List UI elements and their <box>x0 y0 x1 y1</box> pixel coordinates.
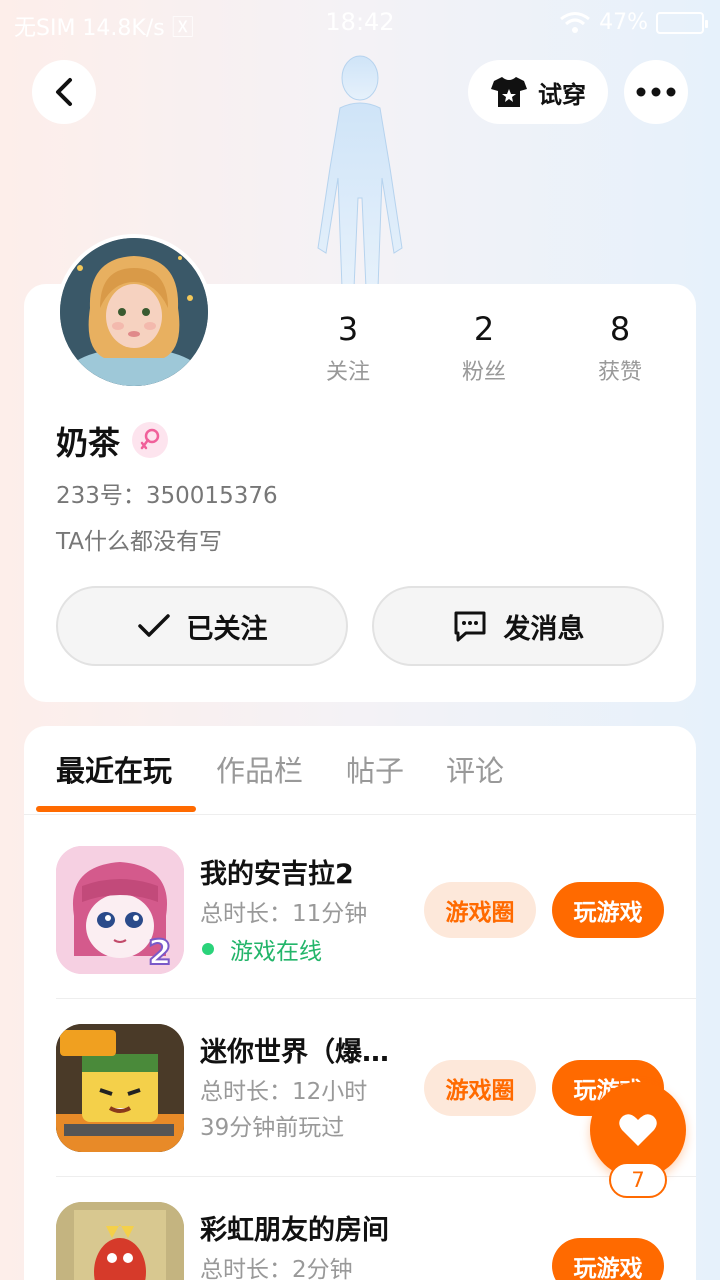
stat-label: 获赞 <box>597 360 642 385</box>
bio: TA什么都没有写 <box>56 529 222 555</box>
stat-label: 粉丝 <box>461 360 506 385</box>
wifi-icon <box>560 11 591 33</box>
game-duration: 总时长：2分钟 <box>200 1257 353 1280</box>
heart-icon <box>619 1114 657 1146</box>
tab-posts[interactable]: 帖子 <box>346 748 404 790</box>
online-label: 游戏在线 <box>230 939 322 965</box>
status-bar: 无SIM 14.8K/s 🅇 18:42 47% <box>0 0 720 48</box>
stat-followers[interactable]: 2 粉丝 <box>424 310 544 386</box>
last-played: 39分钟前玩过 <box>200 1115 345 1141</box>
tab-recent-play[interactable]: 最近在玩 <box>56 748 172 790</box>
stat-likes[interactable]: 8 获赞 <box>560 310 680 386</box>
game-title[interactable]: 迷你世界（爆… <box>200 1030 389 1069</box>
divider <box>24 814 696 815</box>
game-circle-button[interactable]: 游戏圈 <box>424 1060 536 1116</box>
game-title[interactable]: 我的安吉拉2 <box>200 852 354 891</box>
check-icon <box>137 614 170 637</box>
game-duration: 总时长：12小时 <box>200 1079 368 1105</box>
divider <box>56 998 696 999</box>
play-game-button[interactable]: 玩游戏 <box>552 882 664 938</box>
tab-comments[interactable]: 评论 <box>446 748 504 790</box>
svg-text:2: 2 <box>148 933 172 973</box>
game-duration: 总时长：11分钟 <box>200 901 368 927</box>
avatar-image <box>60 238 208 386</box>
stat-value: 3 <box>337 310 359 348</box>
avatar[interactable] <box>56 234 212 390</box>
message-label: 发消息 <box>503 613 585 645</box>
more-dots-icon <box>636 87 676 97</box>
online-dot-icon <box>202 943 214 955</box>
game-icon-rainbow-friends[interactable] <box>56 1202 184 1280</box>
battery-icon <box>656 11 708 34</box>
like-count-badge: 7 <box>609 1162 667 1198</box>
status-right: 47% <box>559 10 708 35</box>
divider <box>56 1176 696 1177</box>
user-id: 233号：350015376 <box>56 483 278 509</box>
message-button[interactable]: 发消息 <box>372 586 664 666</box>
game-title[interactable]: 彩虹朋友的房间 <box>200 1208 389 1247</box>
battery-percent: 47% <box>599 10 648 35</box>
online-status: 游戏在线 <box>202 932 322 966</box>
tab-indicator <box>36 806 196 812</box>
stat-value: 8 <box>609 310 631 348</box>
female-gender-icon <box>132 422 168 458</box>
more-button[interactable] <box>624 60 688 124</box>
back-button[interactable] <box>32 60 96 124</box>
play-game-button[interactable]: 玩游戏 <box>552 1238 664 1280</box>
chat-bubble-icon <box>454 611 485 642</box>
following-label: 已关注 <box>186 613 268 645</box>
avatar-figure-illustration <box>317 55 403 288</box>
tab-works[interactable]: 作品栏 <box>216 748 303 790</box>
stat-label: 关注 <box>325 360 370 385</box>
try-on-button[interactable]: 试穿 <box>468 60 608 124</box>
chevron-left-icon <box>56 78 72 106</box>
stat-value: 2 <box>473 310 495 348</box>
stat-following[interactable]: 3 关注 <box>288 310 408 386</box>
game-icon-mini-world[interactable] <box>56 1024 184 1152</box>
tshirt-icon <box>491 77 527 107</box>
try-on-label: 试穿 <box>538 80 586 109</box>
game-icon-angela[interactable]: 2 <box>56 846 184 974</box>
profile-name: 奶茶 <box>56 424 121 462</box>
following-button[interactable]: 已关注 <box>56 586 348 666</box>
game-circle-button[interactable]: 游戏圈 <box>424 882 536 938</box>
